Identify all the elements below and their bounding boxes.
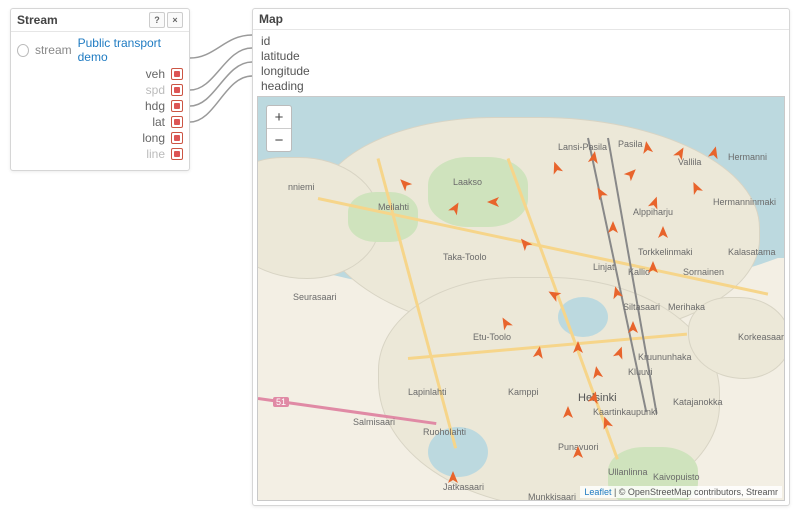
- output-label: long: [125, 131, 165, 145]
- zoom-in-button[interactable]: +: [267, 106, 291, 128]
- map-input-heading: heading: [261, 79, 781, 94]
- output-lat: lat: [17, 114, 183, 130]
- output-long: long: [17, 130, 183, 146]
- stream-field-label: stream: [35, 43, 72, 57]
- output-line: line: [17, 146, 183, 162]
- place-label: Seurasaari: [293, 292, 337, 302]
- output-spd: spd: [17, 82, 183, 98]
- output-label: spd: [125, 83, 165, 97]
- stream-panel-title: Stream: [17, 13, 147, 27]
- close-button[interactable]: ×: [167, 12, 183, 28]
- output-veh: veh: [17, 66, 183, 82]
- output-port[interactable]: [171, 68, 183, 80]
- map-panel-header[interactable]: Map: [253, 9, 789, 30]
- leaflet-link[interactable]: Leaflet: [584, 487, 611, 497]
- output-port[interactable]: [171, 100, 183, 112]
- output-label: lat: [125, 115, 165, 129]
- output-port[interactable]: [171, 132, 183, 144]
- stream-panel[interactable]: Stream ? × stream Public transport demo …: [10, 8, 190, 171]
- map-inputs-list: idlatitudelongitudeheading: [253, 30, 789, 96]
- map-input-latitude: latitude: [261, 49, 781, 64]
- map-input-longitude: longitude: [261, 64, 781, 79]
- map-input-id: id: [261, 34, 781, 49]
- output-label: line: [125, 147, 165, 161]
- map-attribution: Leaflet | © OpenStreetMap contributors, …: [580, 486, 782, 498]
- map-viewport[interactable]: + − Leaflet | © OpenStreetMap contributo…: [257, 96, 785, 501]
- zoom-control: + −: [266, 105, 292, 152]
- output-port[interactable]: [171, 148, 183, 160]
- zoom-out-button[interactable]: −: [267, 128, 291, 151]
- map-panel[interactable]: Map idlatitudelongitudeheading + −: [252, 8, 790, 506]
- map-panel-title: Map: [259, 12, 783, 26]
- stream-link[interactable]: Public transport demo: [78, 36, 183, 64]
- output-port[interactable]: [171, 84, 183, 96]
- stream-select-radio[interactable]: [17, 44, 29, 57]
- output-label: hdg: [125, 99, 165, 113]
- stream-panel-header[interactable]: Stream ? ×: [11, 9, 189, 32]
- output-label: veh: [125, 67, 165, 81]
- output-port[interactable]: [171, 116, 183, 128]
- help-button[interactable]: ?: [149, 12, 165, 28]
- output-hdg: hdg: [17, 98, 183, 114]
